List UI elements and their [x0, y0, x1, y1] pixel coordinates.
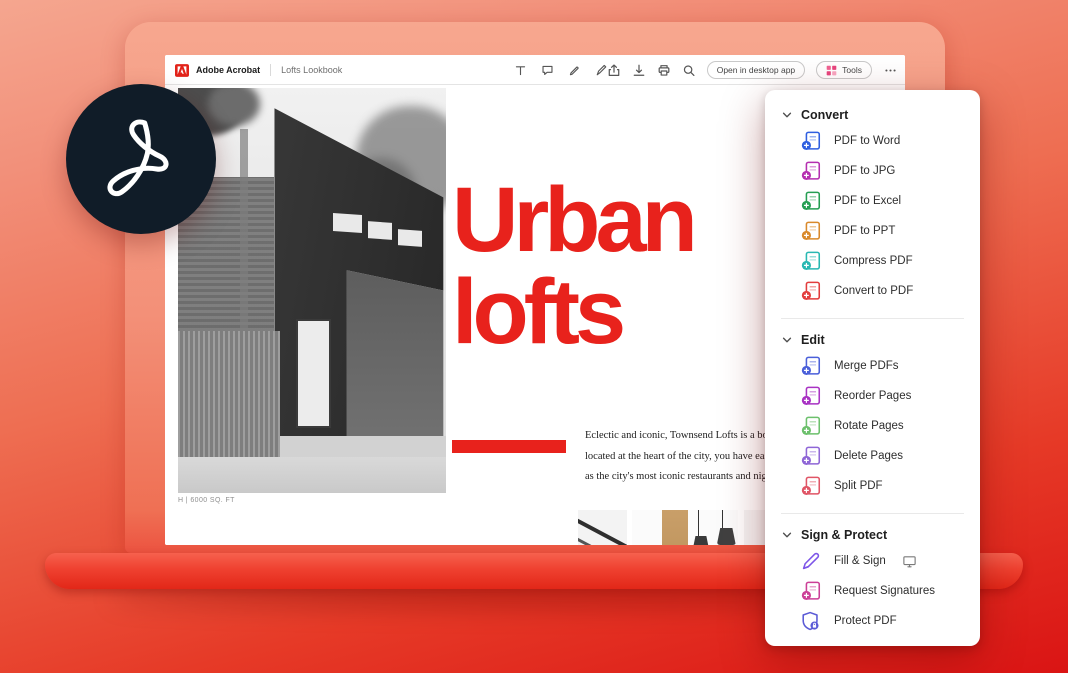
tool-item-label: Delete Pages: [834, 450, 903, 462]
fill-sign-pen-icon: [800, 550, 822, 572]
protect-pdf-shield-icon: [800, 610, 822, 632]
toolbar-center-icons: [513, 55, 608, 85]
print-icon[interactable]: [657, 63, 671, 77]
acrobat-toolbar: Adobe Acrobat Lofts Lookbook Open in des…: [165, 55, 905, 85]
building-photo: [178, 88, 446, 493]
tool-item-merge-pdfs[interactable]: Merge PDFs: [765, 351, 980, 381]
panel-divider: [781, 318, 964, 319]
tool-item-rotate-pages[interactable]: Rotate Pages: [765, 411, 980, 441]
chevron-down-icon: [781, 109, 793, 121]
download-icon[interactable]: [632, 63, 646, 77]
tool-item-label: PDF to Excel: [834, 195, 901, 207]
paragraph-line: located at the heart of the city, you ha…: [585, 447, 767, 468]
document-paragraph: Eclectic and iconic, Townsend Lofts is a…: [585, 426, 767, 496]
stage: Adobe Acrobat Lofts Lookbook Open in des…: [0, 0, 1068, 673]
share-icon[interactable]: [607, 63, 621, 77]
section-label: Convert: [801, 108, 848, 122]
tool-item-label: PDF to JPG: [834, 165, 895, 177]
paragraph-line: Eclectic and iconic, Townsend Lofts is a…: [585, 426, 767, 447]
tool-item-convert-to-pdf[interactable]: Convert to PDF: [765, 276, 980, 306]
pdf-to-jpg-icon: [800, 160, 822, 182]
comment-icon[interactable]: [540, 63, 554, 77]
tools-button[interactable]: Tools: [816, 61, 872, 79]
search-icon[interactable]: [682, 63, 696, 77]
tool-item-request-signatures[interactable]: Request Signatures: [765, 576, 980, 606]
toolbar-right-group: Open in desktop app Tools: [607, 55, 897, 85]
toolbar-left-group: Adobe Acrobat Lofts Lookbook: [175, 55, 342, 85]
panel-section-edit: Edit Merge PDFs Reorder Pages: [765, 323, 980, 509]
tool-item-label: Compress PDF: [834, 255, 913, 267]
reorder-pages-icon: [800, 385, 822, 407]
pdf-to-word-icon: [800, 130, 822, 152]
tool-item-label: Convert to PDF: [834, 285, 913, 297]
panel-section-sign-protect: Sign & Protect Fill & Sign Request Signa…: [765, 518, 980, 644]
tool-item-pdf-to-jpg[interactable]: PDF to JPG: [765, 156, 980, 186]
pdf-to-ppt-icon: [800, 220, 822, 242]
convert-to-pdf-icon: [800, 280, 822, 302]
split-pdf-icon: [800, 475, 822, 497]
tool-item-label: PDF to PPT: [834, 225, 895, 237]
heading-underline-bar: [452, 440, 566, 453]
document-title: Lofts Lookbook: [281, 65, 342, 75]
tool-item-label: PDF to Word: [834, 135, 900, 147]
more-options-icon[interactable]: [883, 63, 897, 77]
tool-item-label: Fill & Sign: [834, 555, 886, 567]
chevron-down-icon: [781, 529, 793, 541]
tool-item-pdf-to-word[interactable]: PDF to Word: [765, 126, 980, 156]
tool-item-label: Merge PDFs: [834, 360, 899, 372]
merge-pdfs-icon: [800, 355, 822, 377]
section-header-sign-protect[interactable]: Sign & Protect: [765, 528, 980, 546]
delete-pages-icon: [800, 445, 822, 467]
section-label: Edit: [801, 333, 825, 347]
document-heading: Urban lofts: [452, 174, 782, 358]
rotate-pages-icon: [800, 415, 822, 437]
chevron-down-icon: [781, 334, 793, 346]
compress-pdf-icon: [800, 250, 822, 272]
tool-item-label: Rotate Pages: [834, 420, 904, 432]
acrobat-logo-icon: [95, 111, 187, 208]
tools-panel: Convert PDF to Word PDF to JPG: [765, 90, 980, 646]
section-label: Sign & Protect: [801, 528, 887, 542]
acrobat-badge: [66, 84, 216, 234]
tool-item-reorder-pages[interactable]: Reorder Pages: [765, 381, 980, 411]
section-header-edit[interactable]: Edit: [765, 333, 980, 351]
tool-item-protect-pdf[interactable]: Protect PDF: [765, 606, 980, 636]
tool-item-label: Reorder Pages: [834, 390, 911, 402]
tool-item-pdf-to-ppt[interactable]: PDF to PPT: [765, 216, 980, 246]
tool-item-label: Protect PDF: [834, 615, 897, 627]
highlighter-icon[interactable]: [567, 63, 581, 77]
tool-item-split-pdf[interactable]: Split PDF: [765, 471, 980, 501]
open-in-desktop-app-button[interactable]: Open in desktop app: [707, 61, 805, 79]
text-tool-icon[interactable]: [513, 63, 527, 77]
tool-item-pdf-to-excel[interactable]: PDF to Excel: [765, 186, 980, 216]
photo-caption: H | 6000 SQ. FT: [178, 497, 235, 504]
display-icon: [902, 554, 917, 569]
panel-section-convert: Convert PDF to Word PDF to JPG: [765, 98, 980, 314]
tools-grid-icon: [826, 65, 837, 76]
tool-item-fill-sign[interactable]: Fill & Sign: [765, 546, 980, 576]
kitchen-photo: [632, 510, 738, 545]
adobe-acrobat-logo-icon: [175, 63, 189, 77]
stairs-photo: [578, 510, 627, 545]
tool-item-label: Split PDF: [834, 480, 883, 492]
tool-item-label: Request Signatures: [834, 585, 935, 597]
section-header-convert[interactable]: Convert: [765, 108, 980, 126]
pdf-to-excel-icon: [800, 190, 822, 212]
paragraph-line: as the city's most iconic restaurants an…: [585, 467, 767, 488]
app-title: Adobe Acrobat: [196, 65, 260, 75]
toolbar-right-icons: [607, 63, 696, 77]
toolbar-divider: [270, 64, 271, 76]
tool-item-compress-pdf[interactable]: Compress PDF: [765, 246, 980, 276]
request-signatures-icon: [800, 580, 822, 602]
panel-divider: [781, 513, 964, 514]
tool-item-delete-pages[interactable]: Delete Pages: [765, 441, 980, 471]
tools-panel-sections: Convert PDF to Word PDF to JPG: [765, 98, 980, 644]
